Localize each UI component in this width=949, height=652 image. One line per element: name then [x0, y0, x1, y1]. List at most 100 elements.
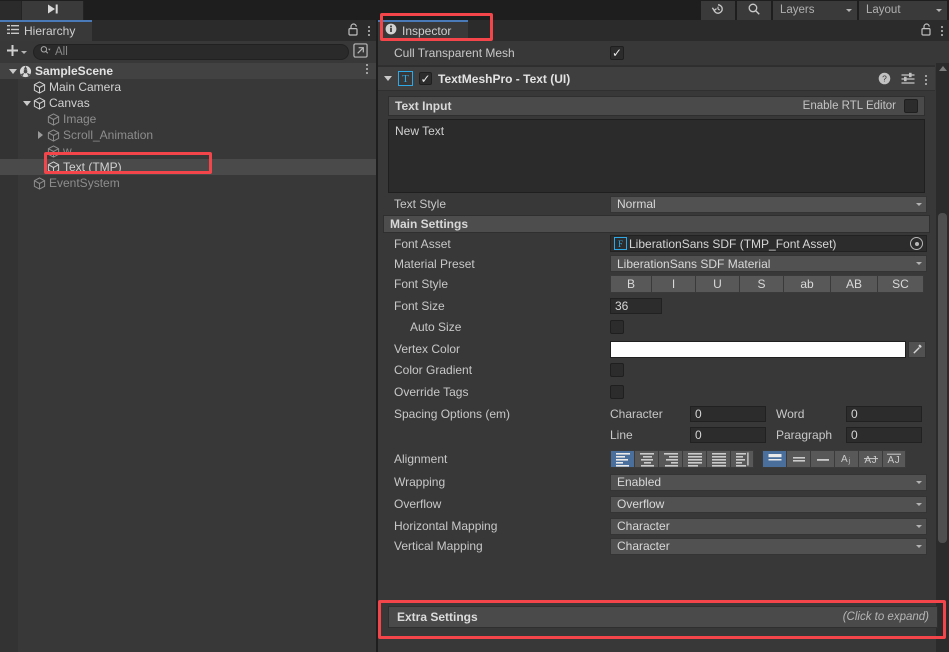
- font-style-button-sc[interactable]: SC: [877, 275, 924, 293]
- align-baseline-icon[interactable]: A j: [834, 450, 858, 468]
- align-middle-icon[interactable]: [786, 450, 810, 468]
- hierarchy-item-w[interactable]: w: [0, 143, 376, 159]
- add-gameobject-button[interactable]: [4, 44, 29, 60]
- gameobject-cube-icon: [33, 176, 46, 190]
- vertical-mapping-dropdown[interactable]: Character: [610, 537, 927, 555]
- font-size-input[interactable]: 36: [610, 297, 662, 314]
- hierarchy-item-eventsystem[interactable]: EventSystem: [0, 175, 376, 191]
- scene-picker-icon[interactable]: [353, 43, 372, 61]
- align-justified-icon[interactable]: [682, 450, 706, 468]
- foldout-expanded-icon[interactable]: [6, 68, 19, 74]
- layers-dropdown[interactable]: Layers: [773, 0, 857, 20]
- font-style-button-group: B I U Sab AB SC: [610, 275, 924, 293]
- align-geometry-center-icon[interactable]: [730, 450, 754, 468]
- spacing-word-input[interactable]: 0: [846, 406, 922, 422]
- align-left-icon[interactable]: [610, 450, 634, 468]
- hierarchy-item-canvas[interactable]: Canvas: [0, 95, 376, 111]
- chevron-down-icon: [916, 262, 922, 265]
- layers-label: Layers: [780, 4, 815, 16]
- hierarchy-item-main-camera[interactable]: Main Camera: [0, 79, 376, 95]
- spacing-line-input[interactable]: 0: [690, 427, 766, 443]
- font-style-button-b[interactable]: B: [610, 275, 651, 293]
- hierarchy-item-image[interactable]: Image: [0, 111, 376, 127]
- chevron-down-icon: [936, 8, 942, 12]
- spacing-character-input[interactable]: 0: [690, 406, 766, 422]
- spacing-line-label: Line: [610, 428, 633, 442]
- hierarchy-item-scroll-animation[interactable]: Scroll_Animation: [0, 127, 376, 143]
- preset-sliders-icon[interactable]: [901, 72, 915, 88]
- align-bottom-icon[interactable]: [810, 450, 834, 468]
- kebab-menu-icon[interactable]: [925, 74, 927, 85]
- font-style-button-s[interactable]: S: [739, 275, 783, 293]
- inspector-scrollbar[interactable]: [936, 63, 949, 652]
- component-header-textmeshpro[interactable]: T TextMeshPro - Text (UI) ?: [378, 66, 935, 91]
- align-center-icon[interactable]: [634, 450, 658, 468]
- kebab-menu-icon[interactable]: [941, 25, 943, 36]
- auto-size-checkbox[interactable]: [610, 320, 624, 334]
- step-button[interactable]: [22, 0, 84, 20]
- foldout-expanded-icon[interactable]: [20, 100, 33, 106]
- eyedropper-icon[interactable]: [908, 340, 926, 358]
- font-style-button-u[interactable]: U: [695, 275, 739, 293]
- font-style-button-i[interactable]: I: [651, 275, 695, 293]
- text-input-textarea[interactable]: New Text: [388, 119, 925, 193]
- material-preset-dropdown[interactable]: LiberationSans SDF Material: [610, 255, 927, 272]
- align-midline-icon[interactable]: A J: [858, 450, 882, 468]
- align-right-icon[interactable]: [658, 450, 682, 468]
- lock-open-icon[interactable]: [921, 22, 932, 39]
- align-top-icon[interactable]: [762, 450, 786, 468]
- extra-settings-bar[interactable]: Extra Settings (Click to expand): [388, 606, 938, 628]
- tab-inspector[interactable]: Inspector: [378, 20, 468, 41]
- foldout-collapsed-icon[interactable]: [34, 131, 47, 139]
- font-asset-objectfield[interactable]: F LiberationSans SDF (TMP_Font Asset): [610, 235, 927, 252]
- scrollbar-thumb[interactable]: [938, 213, 947, 543]
- font-style-row: Font Style B I U Sab AB SC: [378, 273, 935, 295]
- main-settings-section-bar[interactable]: Main Settings: [383, 215, 930, 233]
- foldout-triangle-icon[interactable]: [384, 76, 392, 81]
- color-gradient-checkbox[interactable]: [610, 363, 624, 377]
- font-style-button-ab[interactable]: AB: [830, 275, 877, 293]
- text-style-row: Text Style Normal: [378, 193, 935, 215]
- toolbar-spacer: [0, 0, 22, 20]
- svg-text:A: A: [888, 455, 895, 466]
- align-capline-icon[interactable]: A J: [882, 450, 906, 468]
- rtl-editor-checkbox[interactable]: [904, 99, 918, 113]
- font-style-button-ab[interactable]: ab: [783, 275, 830, 293]
- hierarchy-tree: SampleScene Main Camera Canvas Image Scr…: [0, 63, 376, 652]
- search-button[interactable]: [737, 0, 771, 20]
- inspector-panel: Inspector Cull Transparent Mesh ✓ T ✓ Te…: [378, 20, 949, 652]
- cull-transparent-mesh-checkbox[interactable]: [610, 46, 624, 60]
- object-picker-icon[interactable]: [910, 237, 923, 250]
- gameobject-cube-icon: [47, 144, 60, 158]
- spacing-character-value: 0: [695, 407, 702, 421]
- align-flush-icon[interactable]: [706, 450, 730, 468]
- text-input-section-bar[interactable]: Text Input Enable RTL Editor: [388, 96, 925, 116]
- vertex-color-swatch[interactable]: [610, 340, 906, 358]
- cull-transparent-mesh-label: Cull Transparent Mesh: [394, 46, 515, 60]
- tab-hierarchy[interactable]: Hierarchy: [0, 20, 92, 41]
- lock-open-icon[interactable]: [348, 22, 359, 39]
- history-button[interactable]: [701, 0, 735, 20]
- wrapping-label: Wrapping: [394, 475, 446, 489]
- hierarchy-tab-actions: [348, 20, 370, 41]
- hierarchy-item-label: w: [63, 144, 72, 158]
- hierarchy-search-input[interactable]: All: [33, 44, 349, 60]
- layout-dropdown[interactable]: Layout: [859, 0, 947, 20]
- main-settings-label: Main Settings: [390, 217, 469, 231]
- hierarchy-item-text-tmp[interactable]: Text (TMP): [0, 159, 376, 175]
- help-icon[interactable]: ?: [878, 72, 891, 88]
- alignment-vertical-group: A j A J A J: [762, 450, 906, 468]
- wrapping-dropdown[interactable]: Enabled: [610, 473, 927, 491]
- text-style-dropdown[interactable]: Normal: [610, 195, 927, 213]
- spacing-paragraph-input[interactable]: 0: [846, 427, 922, 443]
- kebab-menu-icon[interactable]: [366, 64, 368, 74]
- spacing-options-row-1: Spacing Options (em) Character 0 Word 0: [378, 404, 935, 424]
- kebab-menu-icon[interactable]: [368, 25, 370, 36]
- hierarchy-item-samplescene[interactable]: SampleScene: [0, 63, 376, 79]
- scroll-up-arrow-icon[interactable]: [939, 66, 947, 71]
- horizontal-mapping-dropdown[interactable]: Character: [610, 517, 927, 535]
- overflow-dropdown[interactable]: Overflow: [610, 495, 927, 513]
- tab-accent-bar: [0, 20, 92, 22]
- override-tags-checkbox[interactable]: [610, 385, 624, 399]
- component-enabled-checkbox[interactable]: [419, 72, 432, 85]
